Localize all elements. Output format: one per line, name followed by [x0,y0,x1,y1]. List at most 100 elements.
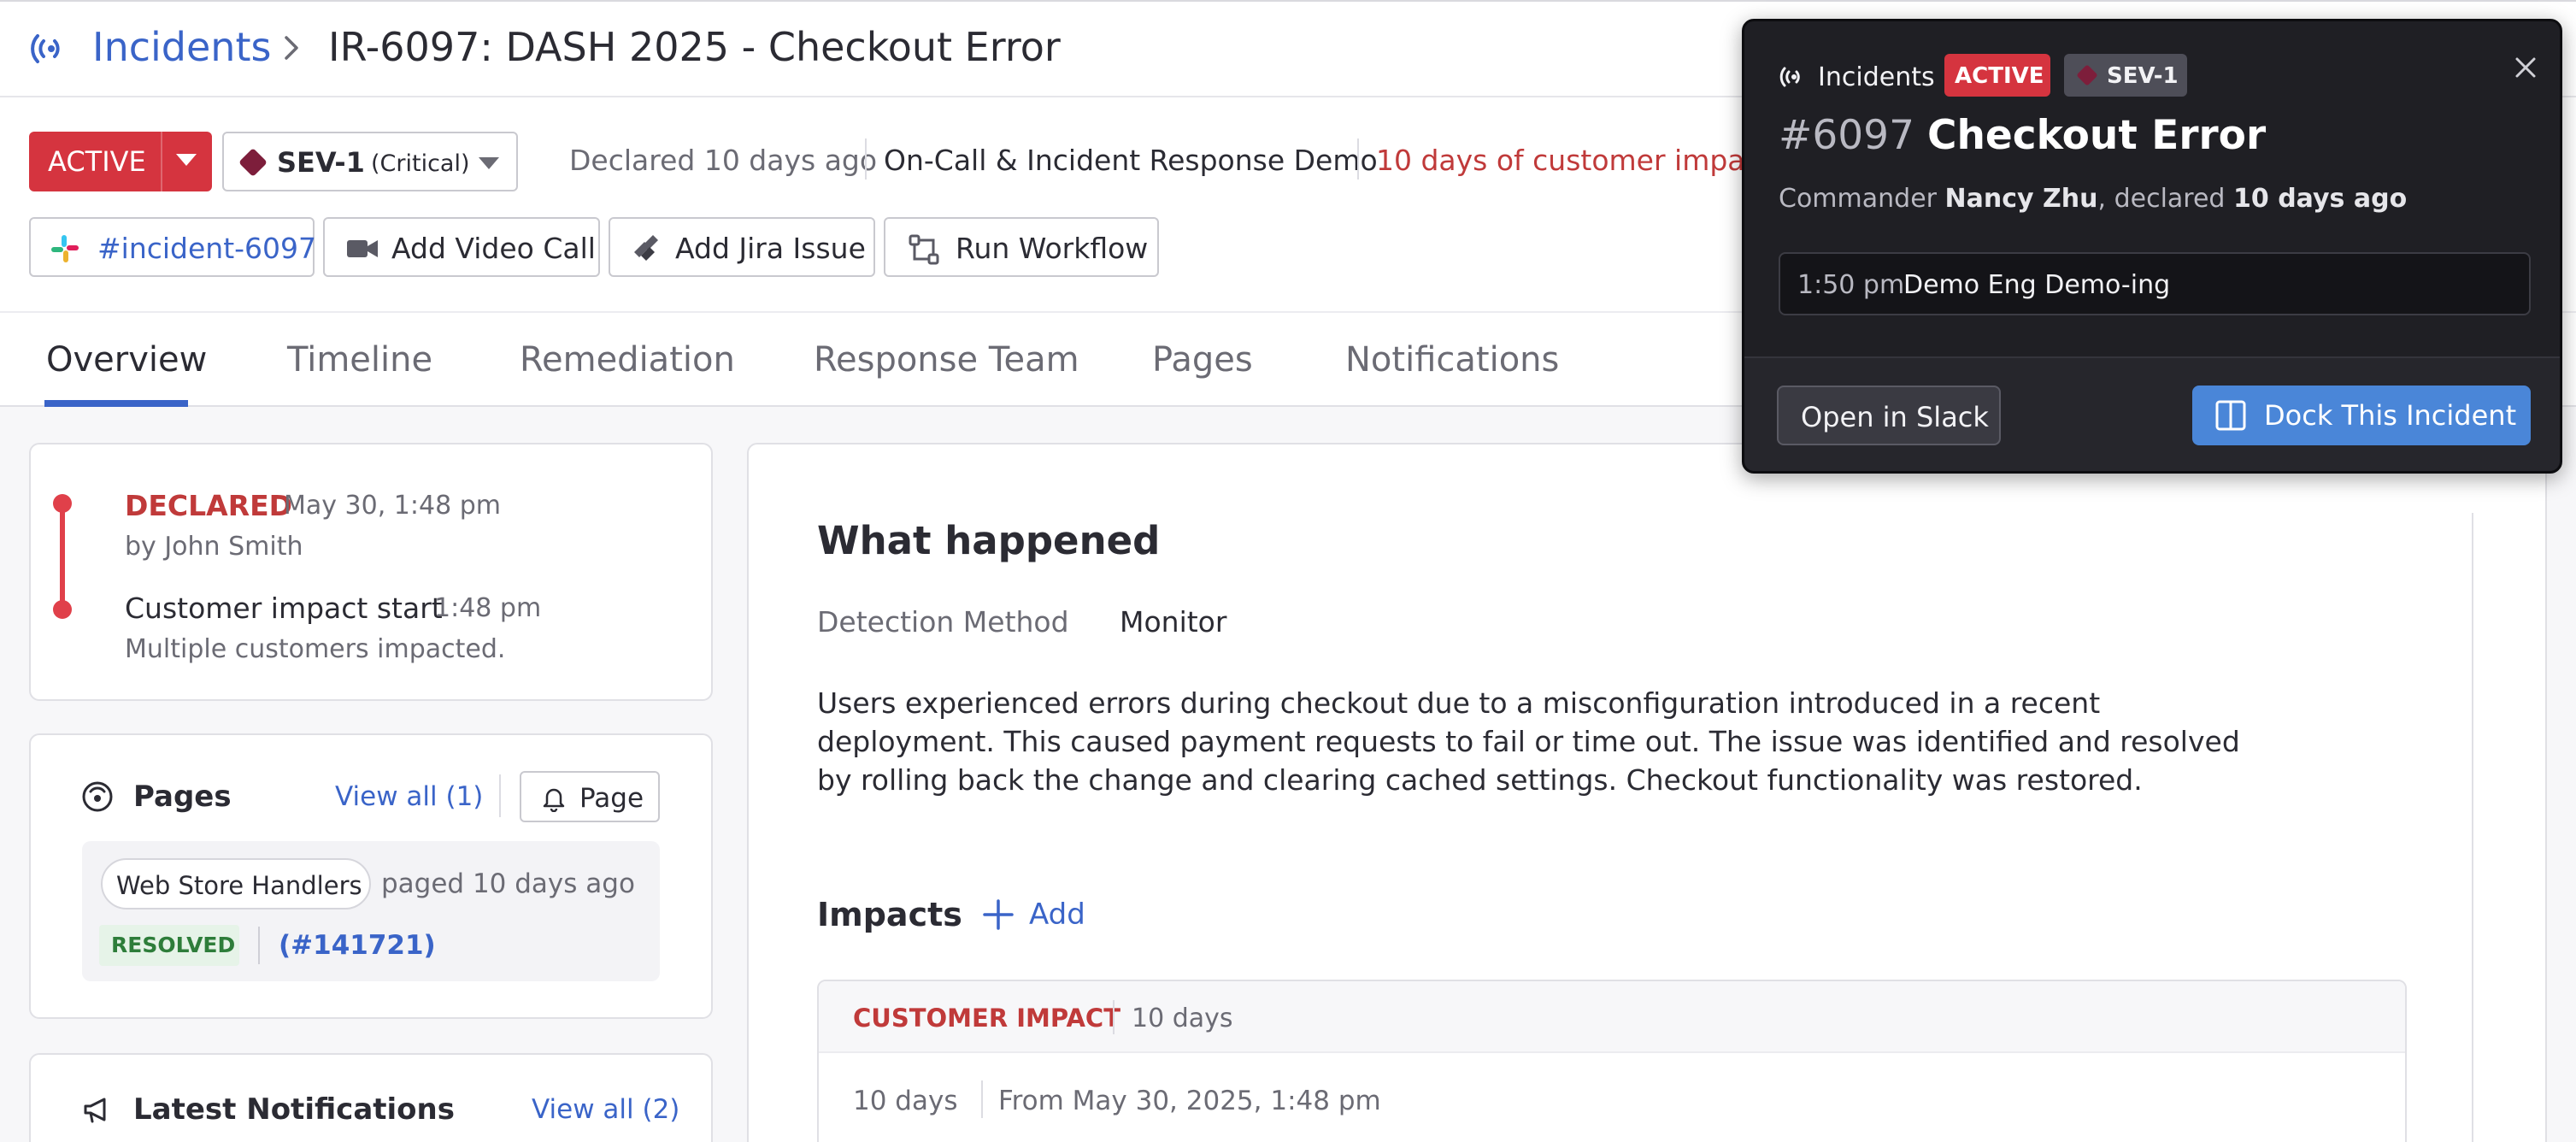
page-entry-divider [258,927,260,964]
team-link[interactable]: On-Call & Incident Response Demo [884,144,1378,177]
handler-name: Web Store Handlers [116,871,362,900]
pages-card-title: Pages [133,780,232,814]
slack-channel-button[interactable]: #incident-6097 [29,217,317,277]
pages-view-all-link[interactable]: View all (1) [335,781,483,812]
caret-down-icon [176,154,197,166]
pages-divider [499,774,501,817]
page-title: IR-6097: DASH 2025 - Checkout Error [328,24,1061,70]
declared-time: 10 days ago [2233,184,2408,214]
open-in-slack-label: Open in Slack [1801,401,1989,433]
meta-divider [865,138,867,180]
run-workflow-label: Run Workflow [956,232,1149,265]
popover-commander-line: Commander Nancy Zhu, declared 10 days ag… [1779,184,2407,214]
page-ref-link[interactable]: (#141721) [279,930,436,961]
plus-icon [983,899,1014,930]
timeline-dot [53,494,72,513]
declared-by: by John Smith [125,532,303,562]
impact-divider [1113,1000,1115,1034]
active-tab-indicator [44,400,188,407]
notifications-card-title: Latest Notifications [133,1092,455,1127]
tab-remediation[interactable]: Remediation [520,340,735,380]
detection-method-label: Detection Method [817,605,1069,639]
impact-row-start: From May 30, 2025, 1:48 pm [998,1086,1381,1116]
severity-diamond-icon [2076,64,2098,86]
paged-time: paged 10 days ago [381,868,635,899]
impact-type: CUSTOMER IMPACT [853,1004,1120,1033]
popover-severity-badge: SEV-1 [2064,54,2187,97]
resolved-label: RESOLVED [111,933,236,957]
incident-summary: Users experienced errors during checkout… [817,686,2240,797]
notifications-view-all-link[interactable]: View all (2) [532,1094,679,1125]
customer-impact-text: 10 days of customer impact [1376,144,1772,177]
megaphone-icon [84,1098,106,1123]
impact-card: CUSTOMER IMPACT 10 days 10 days From May… [817,980,2407,1142]
tab-pages[interactable]: Pages [1152,340,1253,380]
add-video-call-label: Add Video Call [391,232,596,265]
add-jira-issue-button[interactable]: Add Jira Issue [609,217,875,277]
add-jira-issue-label: Add Jira Issue [675,232,866,265]
status-divider [161,132,162,191]
dock-incident-button[interactable]: Dock This Incident [2192,386,2531,445]
meta-divider [1357,138,1359,180]
status-badge: RESOLVED [99,925,239,966]
impact-duration: 10 days [1132,1004,1233,1033]
top-border [0,0,2576,2]
commander-prefix: Commander [1779,184,1945,214]
detection-method-value: Monitor [1120,605,1227,639]
impact-start-label: Customer impact start [125,592,443,625]
page-button-label: Page [579,783,644,814]
popover-incident-number: #6097 [1779,112,1914,159]
popover-title: #6097 Checkout Error [1779,112,2266,159]
severity-label: SEV-1 [277,146,365,179]
timeline-dot [53,600,72,619]
status-update-time: 1:50 pm [1797,270,1905,300]
breadcrumb-incidents-link[interactable]: Incidents [92,24,271,70]
handler-pill[interactable]: Web Store Handlers [101,858,371,909]
tab-notifications[interactable]: Notifications [1345,340,1559,380]
content-divider [2472,513,2473,1142]
incidents-radar-icon [1779,67,1800,87]
run-workflow-button[interactable]: Run Workflow [884,217,1159,277]
popover-status-update: 1:50 pm Demo Eng Demo-ing [1779,252,2531,315]
impact-row-duration: 10 days [853,1086,958,1116]
declared-label: DECLARED [125,489,293,522]
dock-panel-icon [2215,400,2246,431]
severity-detail: (Critical) [371,150,470,177]
timeline-line [60,504,65,610]
severity-diamond-icon [238,148,268,177]
declared-date: May 30, 1:48 pm [284,491,501,521]
tab-overview[interactable]: Overview [46,340,207,380]
declared-prefix: , declared [2097,184,2233,214]
popover-incident-name: Checkout Error [1926,112,2267,159]
tab-response-team[interactable]: Response Team [814,340,1079,380]
slack-channel-label: #incident-6097 [97,232,317,265]
add-impact-label: Add [1029,898,1085,932]
commander-name: Nancy Zhu [1944,184,2098,214]
chevron-right-icon [285,36,298,60]
impact-start-time: 1:48 pm [434,593,542,623]
impacts-title: Impacts [817,896,962,933]
jira-icon [634,235,658,261]
incidents-radar-icon [31,34,60,63]
open-in-slack-button[interactable]: Open in Slack [1777,386,2001,445]
caret-down-icon [479,157,499,169]
dock-incident-label: Dock This Incident [2264,399,2517,432]
page-button[interactable]: Page [520,771,660,822]
popover-status-label: ACTIVE [1955,63,2044,89]
workflow-icon [909,234,939,265]
slack-icon [51,235,79,262]
add-impact-button[interactable]: Add [981,896,1101,937]
popover-status-badge: ACTIVE [1944,54,2050,97]
section-title: What happened [817,518,1161,563]
severity-dropdown-button[interactable]: SEV-1 (Critical) [222,132,518,191]
impact-header: CUSTOMER IMPACT 10 days [819,981,2405,1053]
status-dropdown-button[interactable]: ACTIVE [29,132,212,191]
popover-severity-label: SEV-1 [2107,63,2179,89]
impact-description: Multiple customers impacted. [125,634,506,664]
close-icon[interactable] [2505,47,2546,88]
status-update-message: Demo Eng Demo-ing [1903,270,2171,300]
bell-icon [543,788,565,812]
tab-timeline[interactable]: Timeline [287,340,432,380]
add-video-call-button[interactable]: Add Video Call [323,217,600,277]
pager-icon [82,781,113,812]
